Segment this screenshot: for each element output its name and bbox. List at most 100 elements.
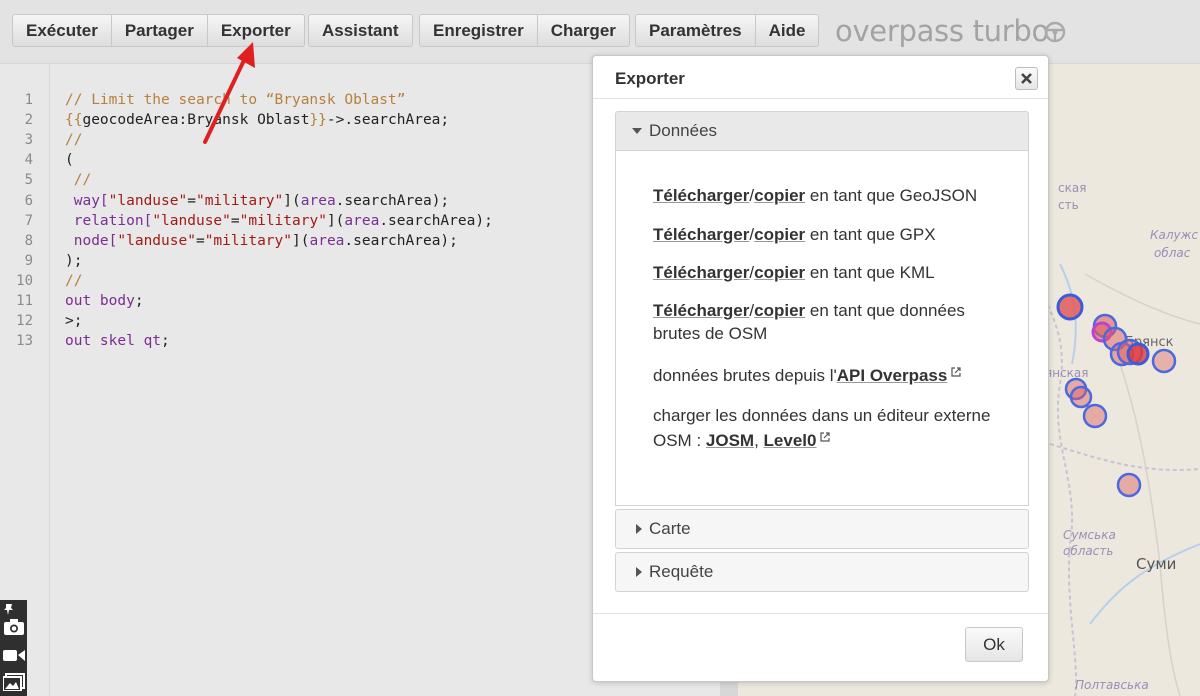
code-token: "military" — [195, 192, 284, 209]
external-editor-row: charger les données dans un éditeur exte… — [653, 403, 1003, 453]
export-raw-row: Télécharger/copier en tant que données b… — [653, 299, 1003, 345]
code-token: {{ — [65, 112, 83, 129]
map-section-label: Carte — [649, 519, 691, 538]
code-line[interactable]: node["landuse"="military"](area.searchAr… — [65, 231, 458, 251]
ok-button[interactable]: Ok — [965, 627, 1023, 662]
close-button[interactable] — [1015, 67, 1038, 90]
image-icon[interactable] — [3, 673, 25, 691]
code-line[interactable]: way["landuse"="military"](area.searchAre… — [65, 191, 449, 211]
caret-right-icon — [636, 524, 642, 534]
code-line[interactable]: ); — [65, 251, 82, 271]
map-marker[interactable] — [1151, 348, 1177, 374]
code-token: way[ — [65, 192, 109, 209]
code-line[interactable]: // — [65, 271, 82, 291]
code-token: // — [65, 132, 83, 149]
code-token: ]( — [326, 212, 345, 229]
level0-link[interactable]: Level0 — [764, 431, 817, 450]
code-token: ; — [134, 293, 144, 309]
code-line[interactable]: relation["landuse"="military"](area.sear… — [65, 211, 493, 231]
line-number: 8 — [24, 232, 33, 249]
query-section-label: Requête — [649, 562, 714, 581]
code-line[interactable]: ( — [65, 150, 74, 170]
code-token: relation[ — [65, 212, 153, 229]
map-marker[interactable] — [1126, 342, 1150, 366]
line-number: 7 — [24, 212, 33, 229]
code-token: ); — [65, 252, 83, 269]
code-token: area — [300, 192, 336, 209]
data-section-header[interactable]: Données — [615, 111, 1029, 151]
camera-icon[interactable] — [3, 618, 25, 636]
code-line[interactable]: // — [65, 170, 91, 190]
code-token: ; — [161, 333, 170, 350]
export-geojson-row: Télécharger/copier en tant que GeoJSON — [653, 184, 1003, 207]
export-gpx-row: Télécharger/copier en tant que GPX — [653, 223, 1003, 246]
code-line[interactable]: out body; — [65, 291, 144, 311]
map-label: область — [1063, 544, 1113, 558]
file-group: Enregistrer Charger — [419, 14, 630, 47]
raw-overpass-row: données brutes depuis l'API Overpass — [653, 364, 1003, 387]
code-token: .searchArea); — [379, 212, 493, 229]
josm-link[interactable]: JOSM — [706, 431, 754, 450]
code-token: }} — [309, 112, 327, 129]
run-button[interactable]: Exécuter — [12, 14, 112, 47]
download-kml-link[interactable]: Télécharger — [653, 263, 749, 282]
export-kml-row: Télécharger/copier en tant que KML — [653, 261, 1003, 284]
api-overpass-link[interactable]: API Overpass — [837, 366, 948, 385]
code-line[interactable]: out skel qt; — [65, 331, 170, 351]
map-marker[interactable] — [1082, 403, 1108, 429]
map-marker[interactable] — [1116, 472, 1142, 498]
code-token: .searchArea); — [344, 232, 458, 249]
code-token: = — [230, 212, 240, 229]
code-token: out body — [65, 293, 135, 309]
copy-kml-link[interactable]: copier — [754, 263, 805, 282]
code-token: area — [309, 232, 345, 249]
code-token: area — [344, 212, 380, 229]
map-marker[interactable] — [1069, 385, 1093, 409]
line-number: 4 — [24, 152, 33, 169]
download-gpx-link[interactable]: Télécharger — [653, 225, 749, 244]
video-camera-icon[interactable] — [3, 647, 25, 663]
external-link-icon — [820, 432, 831, 442]
map-label: Сумська — [1063, 528, 1116, 542]
code-token: "landuse" — [108, 192, 188, 209]
download-geojson-link[interactable]: Télécharger — [653, 186, 749, 205]
query-section-header[interactable]: Requête — [615, 552, 1029, 592]
code-token: ( — [65, 152, 74, 169]
comma-separator: , — [754, 431, 764, 450]
map-marker[interactable] — [1056, 293, 1084, 321]
code-token: .searchArea); — [335, 192, 450, 209]
copy-geojson-link[interactable]: copier — [754, 186, 805, 205]
line-number: 5 — [24, 172, 33, 189]
line-number: 1 — [24, 92, 33, 108]
annotation-arrow — [203, 42, 255, 144]
save-button[interactable]: Enregistrer — [419, 14, 538, 47]
dialog-footer: Ok — [593, 613, 1048, 683]
code-token: "landuse" — [152, 212, 231, 229]
code-line[interactable]: >; — [65, 311, 82, 331]
settings-button[interactable]: Paramètres — [635, 14, 756, 47]
wizard-group: Assistant — [308, 14, 413, 47]
map-section-header[interactable]: Carte — [615, 509, 1029, 549]
line-number: 9 — [24, 252, 33, 269]
load-button[interactable]: Charger — [537, 14, 630, 47]
settings-group: Paramètres Aide — [635, 14, 820, 47]
export-dialog: Exporter Données Télécharger/copier en t… — [592, 55, 1049, 682]
copy-raw-link[interactable]: copier — [754, 301, 805, 320]
geojson-label: en tant que GeoJSON — [805, 186, 978, 205]
code-token: ->.searchArea; — [326, 112, 450, 129]
line-number: 3 — [24, 132, 33, 149]
share-button[interactable]: Partager — [111, 14, 208, 47]
pin-icon[interactable] — [3, 602, 17, 616]
brand-title: overpass turbo — [835, 14, 1049, 48]
dialog-title: Exporter — [615, 69, 685, 88]
external-link-icon — [951, 367, 961, 377]
help-button[interactable]: Aide — [755, 14, 820, 47]
line-number: 6 — [24, 192, 33, 209]
code-token: "landuse" — [117, 232, 196, 249]
line-number: 13 — [16, 333, 33, 350]
copy-gpx-link[interactable]: copier — [754, 225, 805, 244]
caret-right-icon — [636, 567, 642, 577]
download-raw-link[interactable]: Télécharger — [653, 301, 749, 320]
wizard-button[interactable]: Assistant — [308, 14, 413, 47]
code-line[interactable]: // — [65, 130, 82, 150]
